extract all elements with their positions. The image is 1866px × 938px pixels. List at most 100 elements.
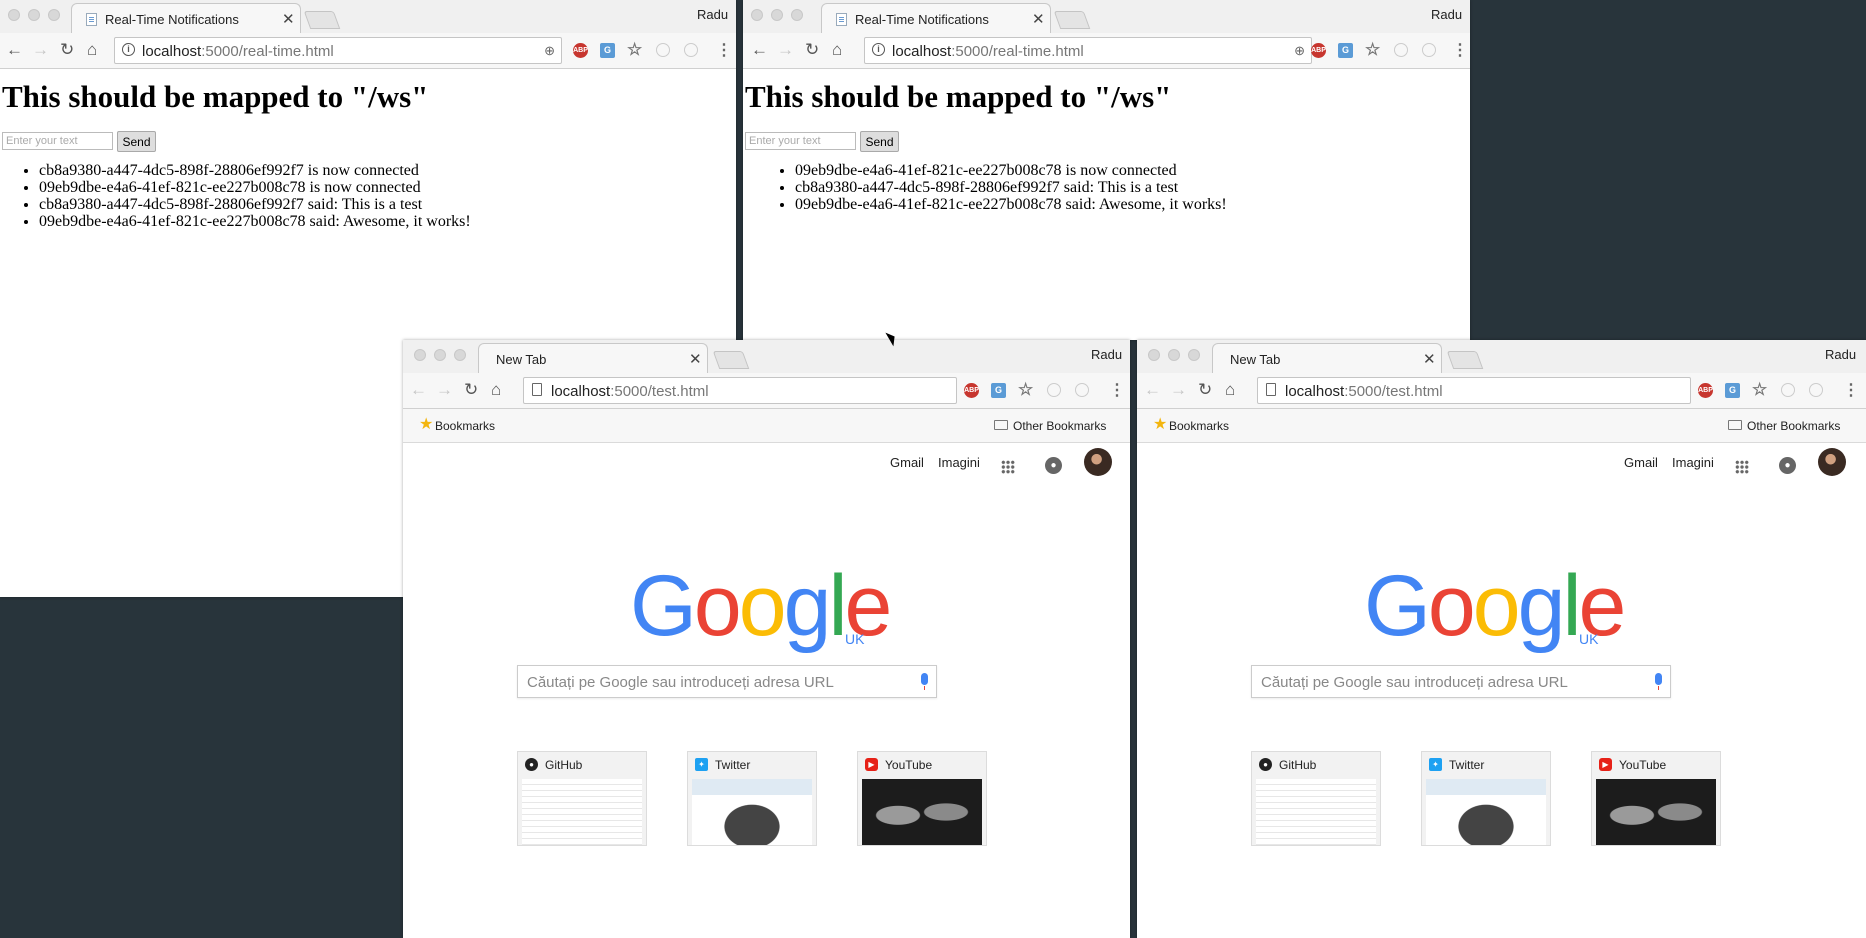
address-bar[interactable]: localhost:5000/test.html (523, 377, 957, 404)
reload-icon[interactable]: ↻ (464, 380, 478, 400)
menu-icon[interactable]: ⋮ (716, 43, 732, 59)
reload-icon[interactable]: ↻ (60, 40, 74, 60)
forward-icon[interactable]: → (1170, 380, 1187, 400)
close-window-button[interactable] (414, 349, 426, 361)
close-tab-icon[interactable]: ✕ (1032, 10, 1045, 28)
send-button[interactable]: Send (117, 131, 156, 152)
search-box[interactable]: Căutați pe Google sau introduceți adresa… (1251, 665, 1671, 698)
most-visited-tile-twitter[interactable]: ✦ Twitter (687, 751, 817, 846)
extension-icon[interactable] (1394, 43, 1408, 57)
apps-grid-icon[interactable] (1735, 460, 1749, 474)
other-bookmarks-folder[interactable]: Other Bookmarks (1013, 419, 1106, 433)
adblock-icon[interactable]: ABP (1311, 43, 1326, 58)
apps-grid-icon[interactable] (1001, 460, 1015, 474)
back-icon[interactable]: ← (751, 40, 768, 60)
info-icon[interactable]: i (872, 43, 885, 56)
tab-real-time-notifications[interactable]: Real-Time Notifications ✕ (71, 3, 301, 33)
notifications-icon[interactable]: ● (1779, 457, 1796, 474)
bookmark-star-icon[interactable]: ☆ (1018, 381, 1033, 398)
adblock-icon[interactable]: ABP (573, 43, 588, 58)
profile-button[interactable]: Radu (1431, 7, 1462, 22)
translate-icon[interactable]: G (1725, 383, 1740, 398)
reload-icon[interactable]: ↻ (1198, 380, 1212, 400)
forward-icon[interactable]: → (777, 40, 794, 60)
zoom-icon[interactable]: ⊕ (544, 43, 555, 59)
avatar[interactable] (1084, 448, 1112, 476)
bookmarks-folder[interactable]: Bookmarks (1169, 419, 1229, 433)
most-visited-tile-youtube[interactable]: ▶ YouTube (1591, 751, 1721, 846)
most-visited-tile-github[interactable]: ● GitHub (1251, 751, 1381, 846)
most-visited-tile-twitter[interactable]: ✦ Twitter (1421, 751, 1551, 846)
close-tab-icon[interactable]: ✕ (689, 350, 702, 368)
gmail-link[interactable]: Gmail (890, 455, 924, 470)
new-tab-button[interactable] (1053, 11, 1091, 29)
tab-new-tab[interactable]: New Tab ✕ (478, 343, 708, 373)
close-tab-icon[interactable]: ✕ (282, 10, 295, 28)
new-tab-button[interactable] (1446, 351, 1484, 369)
info-icon[interactable]: i (122, 43, 135, 56)
bookmark-star-icon[interactable]: ☆ (627, 41, 642, 58)
minimize-window-button[interactable] (771, 9, 783, 21)
reload-icon[interactable]: ↻ (805, 40, 819, 60)
extension-icon[interactable] (656, 43, 670, 57)
back-icon[interactable]: ← (1144, 380, 1161, 400)
back-icon[interactable]: ← (6, 40, 23, 60)
bookmark-star-icon[interactable]: ☆ (1365, 41, 1380, 58)
home-icon[interactable]: ⌂ (832, 40, 842, 60)
home-icon[interactable]: ⌂ (491, 380, 501, 400)
images-link[interactable]: Imagini (938, 455, 980, 470)
avatar[interactable] (1818, 448, 1846, 476)
zoom-icon[interactable]: ⊕ (1294, 43, 1305, 59)
bookmarks-folder[interactable]: Bookmarks (435, 419, 495, 433)
message-input[interactable] (2, 132, 113, 150)
translate-icon[interactable]: G (991, 383, 1006, 398)
images-link[interactable]: Imagini (1672, 455, 1714, 470)
close-window-button[interactable] (751, 9, 763, 21)
home-icon[interactable]: ⌂ (87, 40, 97, 60)
send-button[interactable]: Send (860, 131, 899, 152)
tab-real-time-notifications[interactable]: Real-Time Notifications ✕ (821, 3, 1051, 33)
adblock-icon[interactable]: ABP (1698, 383, 1713, 398)
microphone-icon[interactable] (921, 673, 928, 690)
menu-icon[interactable]: ⋮ (1843, 383, 1859, 399)
search-box[interactable]: Căutați pe Google sau introduceți adresa… (517, 665, 937, 698)
address-bar[interactable]: i localhost:5000/real-time.html ⊕ (864, 37, 1312, 64)
address-bar[interactable]: i localhost:5000/real-time.html ⊕ (114, 37, 562, 64)
skype-extension-icon[interactable] (1422, 43, 1436, 57)
most-visited-tile-youtube[interactable]: ▶ YouTube (857, 751, 987, 846)
notifications-icon[interactable]: ● (1045, 457, 1062, 474)
address-bar[interactable]: localhost:5000/test.html (1257, 377, 1691, 404)
skype-extension-icon[interactable] (1809, 383, 1823, 397)
translate-icon[interactable]: G (1338, 43, 1353, 58)
zoom-window-button[interactable] (1188, 349, 1200, 361)
home-icon[interactable]: ⌂ (1225, 380, 1235, 400)
forward-icon[interactable]: → (32, 40, 49, 60)
extension-icon[interactable] (1781, 383, 1795, 397)
zoom-window-button[interactable] (48, 9, 60, 21)
minimize-window-button[interactable] (28, 9, 40, 21)
minimize-window-button[interactable] (1168, 349, 1180, 361)
forward-icon[interactable]: → (436, 380, 453, 400)
profile-button[interactable]: Radu (697, 7, 728, 22)
most-visited-tile-github[interactable]: ● GitHub (517, 751, 647, 846)
skype-extension-icon[interactable] (1075, 383, 1089, 397)
profile-button[interactable]: Radu (1091, 347, 1122, 362)
menu-icon[interactable]: ⋮ (1452, 43, 1468, 59)
bookmark-star-icon[interactable]: ☆ (1752, 381, 1767, 398)
adblock-icon[interactable]: ABP (964, 383, 979, 398)
tab-new-tab[interactable]: New Tab ✕ (1212, 343, 1442, 373)
zoom-window-button[interactable] (791, 9, 803, 21)
close-window-button[interactable] (8, 9, 20, 21)
new-tab-button[interactable] (303, 11, 341, 29)
extension-icon[interactable] (1047, 383, 1061, 397)
close-tab-icon[interactable]: ✕ (1423, 350, 1436, 368)
microphone-icon[interactable] (1655, 673, 1662, 690)
zoom-window-button[interactable] (454, 349, 466, 361)
gmail-link[interactable]: Gmail (1624, 455, 1658, 470)
menu-icon[interactable]: ⋮ (1109, 383, 1125, 399)
new-tab-button[interactable] (712, 351, 750, 369)
back-icon[interactable]: ← (410, 380, 427, 400)
skype-extension-icon[interactable] (684, 43, 698, 57)
close-window-button[interactable] (1148, 349, 1160, 361)
translate-icon[interactable]: G (600, 43, 615, 58)
